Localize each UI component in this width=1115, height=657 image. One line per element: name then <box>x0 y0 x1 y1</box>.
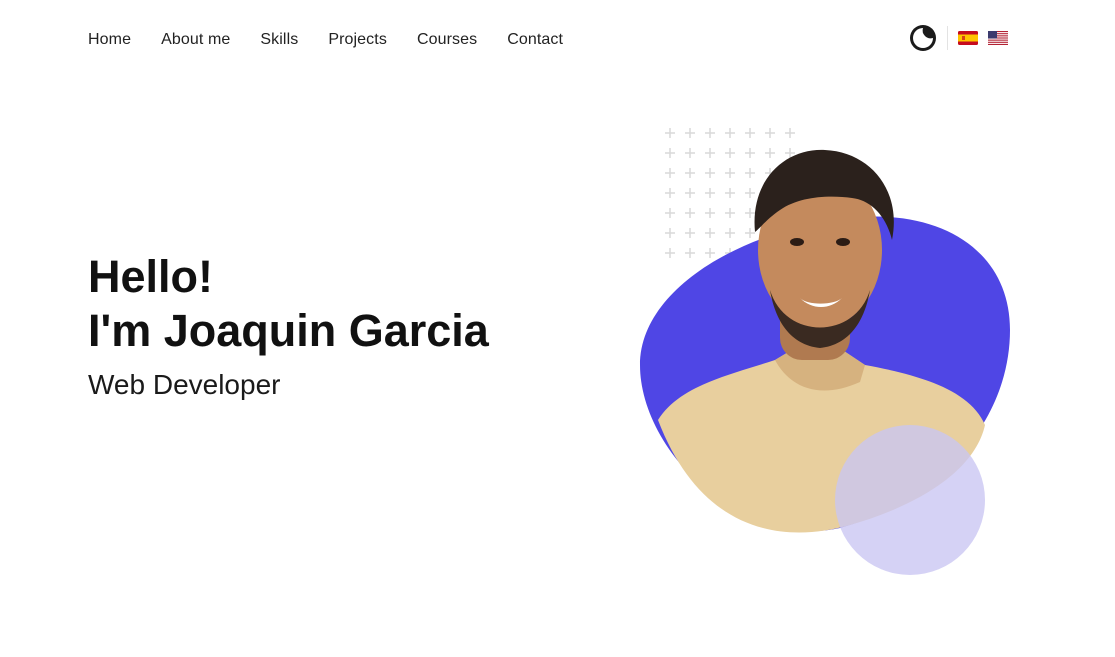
hero-role: Web Developer <box>88 369 281 400</box>
nav-item-about-me[interactable]: About me <box>161 30 230 50</box>
controls-divider <box>947 26 948 50</box>
theme-toggle-button[interactable] <box>909 24 937 52</box>
hero-title: Hello! I'm Joaquin Garcia <box>88 250 489 358</box>
hero-greeting: Hello! <box>88 251 214 302</box>
accent-circle <box>835 425 985 575</box>
hero-illustration <box>620 120 1040 590</box>
nav-item-projects[interactable]: Projects <box>328 30 387 50</box>
nav-item-skills[interactable]: Skills <box>260 30 298 50</box>
nav-item-home[interactable]: Home <box>88 30 131 50</box>
hero-intro: Hello! I'm Joaquin Garcia Web Developer <box>88 250 489 402</box>
nav-item-courses[interactable]: Courses <box>417 30 477 50</box>
main-nav: Home About me Skills Projects Courses Co… <box>88 30 563 50</box>
flag-usa-icon[interactable] <box>988 31 1008 45</box>
moon-icon <box>910 25 936 51</box>
nav-item-contact[interactable]: Contact <box>507 30 563 50</box>
hero-name: I'm Joaquin Garcia <box>88 305 489 356</box>
hero-graphic <box>640 128 1010 575</box>
header-controls <box>909 24 1008 52</box>
flag-spain-icon[interactable] <box>958 31 978 45</box>
